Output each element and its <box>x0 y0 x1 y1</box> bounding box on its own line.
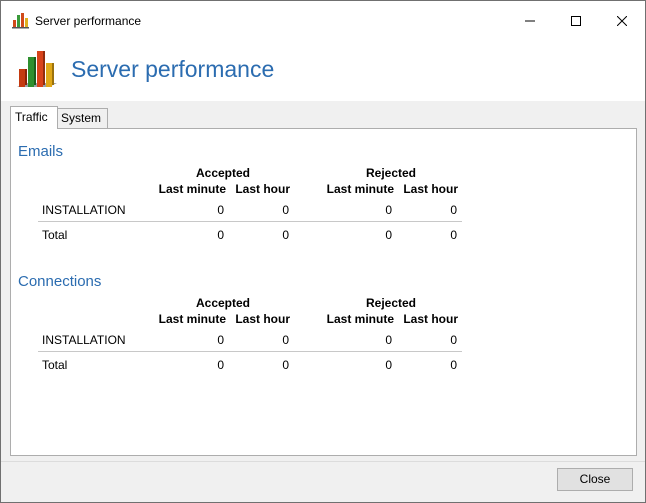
column-header-last-hour: Last hour <box>403 312 458 326</box>
group-header-rejected: Rejected <box>365 296 417 310</box>
cell-value: 0 <box>282 333 289 347</box>
dialog-footer: Close <box>1 461 645 502</box>
cell-value: 0 <box>450 358 457 372</box>
row-divider <box>38 351 462 352</box>
close-button[interactable]: Close <box>557 468 633 491</box>
dialog-header: Server performance <box>1 41 645 102</box>
cell-value: 0 <box>282 203 289 217</box>
cell-value: 0 <box>450 203 457 217</box>
cell-value: 0 <box>217 228 224 242</box>
server-performance-window: Server performance Server performance Tr… <box>0 0 646 503</box>
row-label-installation: INSTALLATION <box>42 203 126 217</box>
maximize-icon <box>571 16 581 26</box>
row-divider <box>38 221 462 222</box>
minimize-button[interactable] <box>507 1 553 41</box>
cell-value: 0 <box>385 203 392 217</box>
group-header-accepted: Accepted <box>195 166 251 180</box>
cell-value: 0 <box>385 228 392 242</box>
cell-value: 0 <box>217 333 224 347</box>
bar-chart-icon <box>12 13 29 29</box>
cell-value: 0 <box>450 333 457 347</box>
traffic-panel: Emails Accepted Rejected Last minute Las… <box>10 128 637 456</box>
column-header-last-hour: Last hour <box>235 182 290 196</box>
minimize-icon <box>525 20 535 22</box>
column-header-last-minute: Last minute <box>158 312 226 326</box>
column-header-last-minute: Last minute <box>326 182 394 196</box>
cell-value: 0 <box>217 358 224 372</box>
row-label-total: Total <box>42 228 68 242</box>
tab-system[interactable]: System <box>56 108 108 128</box>
cell-value: 0 <box>282 358 289 372</box>
section-title-connections: Connections <box>18 273 102 290</box>
group-header-rejected: Rejected <box>365 166 417 180</box>
cell-value: 0 <box>385 333 392 347</box>
group-header-accepted: Accepted <box>195 296 251 310</box>
page-title: Server performance <box>71 56 275 82</box>
window-title: Server performance <box>35 14 142 28</box>
cell-value: 0 <box>385 358 392 372</box>
close-window-button[interactable] <box>599 1 645 41</box>
cell-value: 0 <box>450 228 457 242</box>
section-title-emails: Emails <box>18 143 64 160</box>
column-header-last-hour: Last hour <box>235 312 290 326</box>
maximize-button[interactable] <box>553 1 599 41</box>
bar-chart-icon <box>17 51 57 87</box>
tab-traffic[interactable]: Traffic <box>10 106 58 129</box>
cell-value: 0 <box>282 228 289 242</box>
cell-value: 0 <box>217 203 224 217</box>
column-header-last-minute: Last minute <box>158 182 226 196</box>
column-header-last-hour: Last hour <box>403 182 458 196</box>
column-header-last-minute: Last minute <box>326 312 394 326</box>
row-label-installation: INSTALLATION <box>42 333 126 347</box>
row-label-total: Total <box>42 358 68 372</box>
title-bar: Server performance <box>1 1 645 41</box>
dialog-body: Traffic System Emails Accepted Rejected … <box>1 101 645 461</box>
close-icon <box>617 16 627 26</box>
